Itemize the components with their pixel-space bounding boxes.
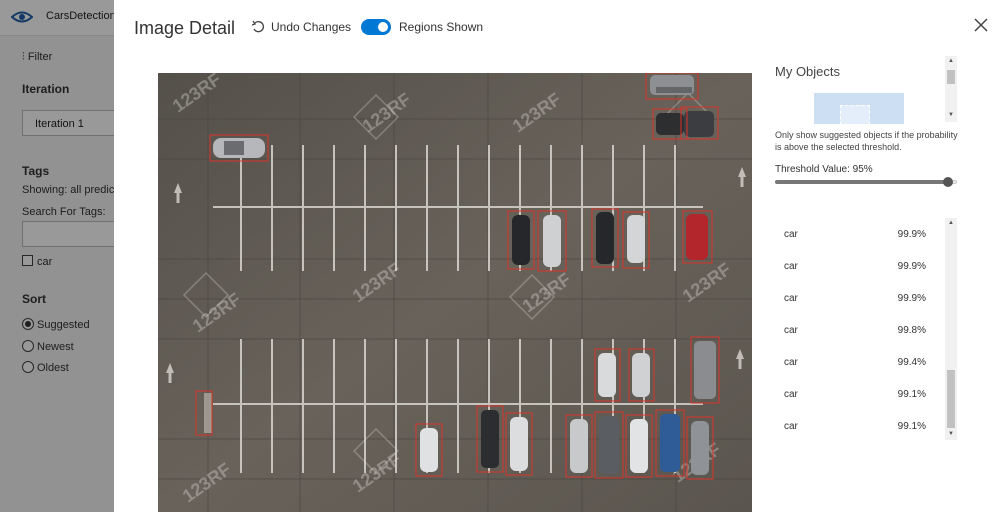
objects-list: car 99.9% car 99.9% car 99.9% car 99.8% car 99.4%… <box>775 218 945 440</box>
object-probability: 99.4% <box>897 357 926 368</box>
parking-lot-photo: 123RF 123RF 123RF 123RF 123RF 123RF 123R… <box>158 73 752 512</box>
object-probability: 99.9% <box>897 293 926 304</box>
object-tag: car <box>784 293 798 304</box>
object-tag: car <box>784 389 798 400</box>
regions-toggle[interactable] <box>361 19 391 35</box>
object-list-item[interactable]: car 99.9% <box>775 282 945 314</box>
undo-changes-button[interactable]: Undo Changes <box>251 20 351 34</box>
object-tag: car <box>784 261 798 272</box>
threshold-slider[interactable] <box>775 177 957 187</box>
undo-icon <box>251 20 264 33</box>
object-probability: 99.8% <box>897 325 926 336</box>
preview-scrollbar[interactable]: ▲ ▼ <box>945 56 957 122</box>
toggle-knob <box>378 22 388 32</box>
threshold-label: Threshold Value: 95% <box>775 164 873 175</box>
list-scrollbar[interactable]: ▲ ▼ <box>945 218 957 440</box>
object-tag: car <box>784 325 798 336</box>
scroll-up-icon[interactable]: ▲ <box>945 218 957 228</box>
my-objects-title: My Objects <box>775 64 841 79</box>
image-detail-modal: Image Detail Undo Changes Regions Shown <box>114 0 1000 512</box>
scrollbar-thumb[interactable] <box>947 370 955 428</box>
object-tag: car <box>784 421 798 432</box>
modal-title: Image Detail <box>134 18 236 38</box>
object-tag: car <box>784 229 798 240</box>
regions-toggle-group: Regions Shown <box>361 19 483 35</box>
object-list-item[interactable]: car 99.1% <box>775 410 945 440</box>
close-icon[interactable] <box>972 16 990 34</box>
undo-label: Undo Changes <box>271 20 352 34</box>
object-preview-area <box>775 84 945 124</box>
object-probability: 99.1% <box>897 421 926 432</box>
object-list-item[interactable]: car 99.9% <box>775 218 945 250</box>
object-thumbnail[interactable] <box>814 93 904 124</box>
object-tag: car <box>784 357 798 368</box>
object-list-item[interactable]: car 99.8% <box>775 314 945 346</box>
object-probability: 99.9% <box>897 261 926 272</box>
parking-lot-image: 123RF 123RF 123RF 123RF 123RF 123RF 123R… <box>158 73 752 512</box>
object-probability: 99.9% <box>897 229 926 240</box>
threshold-hint: Only show suggested objects if the proba… <box>775 130 958 152</box>
slider-fill <box>775 180 948 184</box>
slider-handle[interactable] <box>942 177 953 187</box>
object-list-item[interactable]: car 99.1% <box>775 378 945 410</box>
regions-label: Regions Shown <box>399 20 484 34</box>
object-thumbnail-region <box>840 105 870 124</box>
scroll-down-icon[interactable]: ▼ <box>945 110 957 120</box>
object-list-item[interactable]: car 99.9% <box>775 250 945 282</box>
object-probability: 99.1% <box>897 389 926 400</box>
scrollbar-thumb[interactable] <box>947 70 955 84</box>
scroll-down-icon[interactable]: ▼ <box>945 429 957 439</box>
object-list-item[interactable]: car 99.4% <box>775 346 945 378</box>
scroll-up-icon[interactable]: ▲ <box>945 56 957 66</box>
